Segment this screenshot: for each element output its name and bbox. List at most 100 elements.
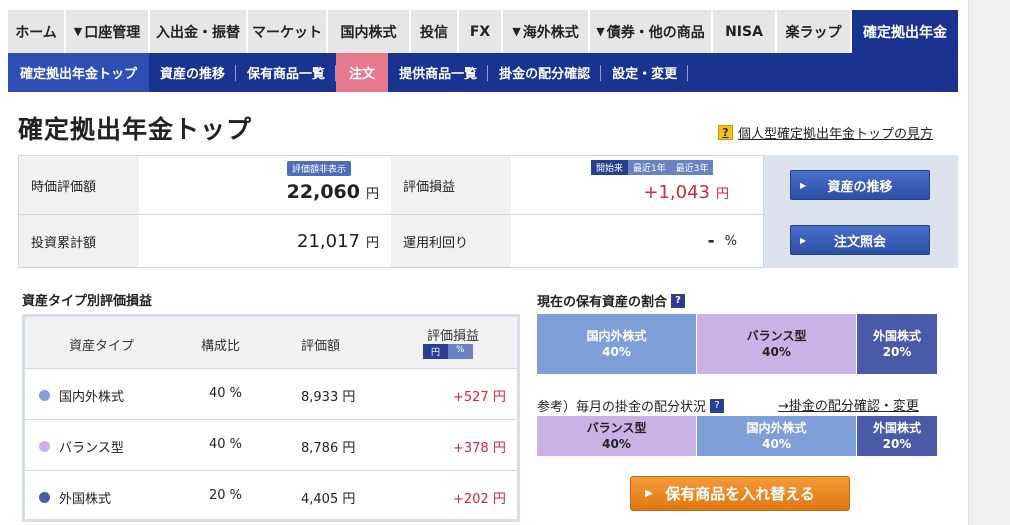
bar-segment: 国内外株式 40% [697, 416, 857, 456]
contribution-bar: バランス型 40% 国内外株式 40% 外国株式 20% [537, 416, 937, 456]
bar-segment: バランス型 40% [537, 416, 697, 456]
swap-holdings-button-label: 保有商品を入れ替える [665, 485, 815, 503]
cell-name: 外国株式 [59, 492, 112, 507]
nav-tab-7[interactable]: ▼ 海外株式 [503, 10, 590, 53]
subnav-item-0[interactable]: 確定拠出年金トップ [8, 53, 150, 92]
contribution-settings-link[interactable]: →掛金の配分確認・変更 [778, 395, 919, 414]
pl-amount: +1,043 [643, 181, 710, 203]
segment-percent: 20% [882, 345, 912, 359]
legend-dot [39, 492, 50, 503]
holding-ratio-bar: 国内外株式 40% バランス型 40% 外国株式 20% [537, 314, 937, 374]
cell-pl: +527 円 [453, 390, 506, 405]
subnav-item-4[interactable]: 提供商品一覧 [388, 53, 489, 92]
segment-percent: 40% [762, 437, 791, 451]
header-ratio: 構成比 [201, 339, 241, 354]
scrollbar[interactable] [968, 0, 1010, 525]
nav-tab-8[interactable]: ▼ 債券・他の商品 [590, 10, 713, 53]
nav-tab-label: マーケット [252, 24, 322, 41]
period-tab-3y[interactable]: 最近3年 [670, 160, 714, 175]
nav-tab-label: ホーム [15, 24, 57, 41]
page: ホーム ▼ 口座管理 入出金・振替 マーケット 国内株式 投信 FX ▼ 海外株式 ▼ 債券・他の商品… [0, 0, 1010, 525]
nav-tab-1[interactable]: ▼ 口座管理 [66, 10, 150, 53]
nav-tab-label: 債券・他の商品 [606, 24, 705, 41]
order-inquiry-button[interactable]: ▶ 注文照会 [790, 225, 930, 255]
holding-ratio-title: 現在の保有資産の割合 ? [537, 291, 686, 310]
cell-value: 8,786 円 [301, 441, 356, 456]
yield-amount: - [707, 231, 715, 251]
market-value-label: 時価評価額 [19, 156, 139, 214]
nav-tab-0[interactable]: ホーム [8, 10, 66, 53]
table-row: 国内外株式 40 % 8,933 円 +527 円 [25, 369, 517, 420]
cell-ratio: 20 % [209, 488, 243, 503]
pl-unit: 円 [715, 186, 729, 202]
bar-segment: 外国株式 20% [857, 314, 937, 374]
cell-name: 国内外株式 [59, 390, 125, 405]
help-link[interactable]: ? 個人型確定拠出年金トップの見方 [718, 123, 933, 142]
period-tab-1y[interactable]: 最近1年 [628, 160, 671, 175]
nav-tab-label: 入出金・振替 [156, 24, 240, 41]
subnav-item-6[interactable]: 設定・変更 [601, 53, 689, 92]
yield-value: - % [511, 215, 765, 267]
order-inquiry-button-label: 注文照会 [833, 234, 886, 250]
nav-tab-label: FX [469, 23, 491, 40]
nav-tab-5[interactable]: 投信 [411, 10, 459, 53]
yield-label: 運用利回り [391, 215, 511, 267]
subnav-item-5[interactable]: 掛金の配分確認 [488, 53, 602, 92]
nav-tab-10[interactable]: 楽ラップ [777, 10, 852, 53]
holding-ratio-title-text: 現在の保有資産の割合 [537, 295, 668, 310]
nav-tab-9[interactable]: NISA [713, 10, 777, 53]
nav-tab-11[interactable]: 確定拠出年金 [852, 10, 958, 53]
segment-percent: 40% [602, 345, 631, 359]
table-row: バランス型 40 % 8,786 円 +378 円 [25, 420, 517, 471]
nav-tab-6[interactable]: FX [459, 10, 503, 53]
cell-pl: +378 円 [453, 441, 506, 456]
cell-ratio: 40 % [209, 386, 243, 401]
help-icon[interactable]: ? [671, 293, 686, 308]
summary-panel: 時価評価額 22,060 円 評価額非表示 評価損益 +1,043 円 開始来 … [18, 155, 958, 268]
contribution-title-text: 参考）毎月の掛金の配分状況 [537, 400, 707, 415]
asset-history-button[interactable]: ▶ 資産の推移 [790, 170, 930, 200]
page-title: 確定拠出年金トップ [18, 115, 253, 144]
unit-tab-percent[interactable]: % [448, 344, 473, 359]
period-tab-since-start[interactable]: 開始来 [591, 160, 629, 175]
swap-holdings-button[interactable]: ▶ 保有商品を入れ替える [630, 476, 850, 511]
table-row: 外国株式 20 % 4,405 円 +202 円 [25, 471, 517, 522]
cell-name: バランス型 [59, 441, 124, 456]
subnav-item-3[interactable]: 注文 [336, 53, 389, 92]
header-value: 評価額 [301, 339, 341, 354]
segment-percent: 20% [882, 437, 912, 451]
segment-label: バランス型 [746, 329, 807, 343]
nav-tab-label: 口座管理 [84, 24, 141, 41]
asset-table-title: 資産タイプ別評価損益 [22, 294, 153, 309]
pl-unit-toggle: 円 % [423, 344, 473, 359]
contribution-title: 参考）毎月の掛金の配分状況 ? [537, 396, 725, 415]
caret-down-icon: ▼ [596, 25, 605, 38]
cell-value: 8,933 円 [301, 390, 356, 405]
legend-dot [39, 390, 50, 401]
yield-unit: % [724, 233, 737, 249]
pl-label: 評価損益 [391, 156, 511, 214]
bar-segment: 外国株式 20% [857, 416, 937, 456]
summary-table: 時価評価額 22,060 円 評価額非表示 評価損益 +1,043 円 開始来 … [18, 155, 765, 268]
cell-value: 4,405 円 [301, 492, 356, 507]
hide-value-badge[interactable]: 評価額非表示 [287, 161, 352, 176]
asset-history-button-label: 資産の推移 [827, 179, 893, 195]
bar-segment: 国内外株式 40% [537, 314, 697, 374]
arrow-right-icon: ▶ [645, 488, 653, 499]
nav-tab-2[interactable]: 入出金・振替 [150, 10, 248, 53]
unit-tab-yen[interactable]: 円 [423, 344, 449, 359]
subnav-item-2[interactable]: 保有商品一覧 [236, 53, 337, 92]
subnav-item-1[interactable]: 資産の推移 [149, 53, 237, 92]
nav-tab-label: 国内株式 [340, 24, 397, 41]
sub-navigation: 確定拠出年金トップ 資産の推移 保有商品一覧 注文 提供商品一覧 掛金の配分確認 設定・変更 [8, 53, 958, 92]
help-link-text: 個人型確定拠出年金トップの見方 [738, 127, 934, 142]
help-icon[interactable]: ? [710, 398, 725, 413]
nav-tab-4[interactable]: 国内株式 [328, 10, 411, 53]
market-value-unit: 円 [365, 186, 379, 202]
help-icon: ? [718, 125, 733, 140]
nav-tab-label: 確定拠出年金 [863, 24, 947, 41]
nav-tab-3[interactable]: マーケット [248, 10, 328, 53]
caret-down-icon: ▼ [73, 25, 83, 38]
invest-total-label: 投資累計額 [19, 215, 139, 267]
nav-tab-label: NISA [725, 23, 763, 40]
